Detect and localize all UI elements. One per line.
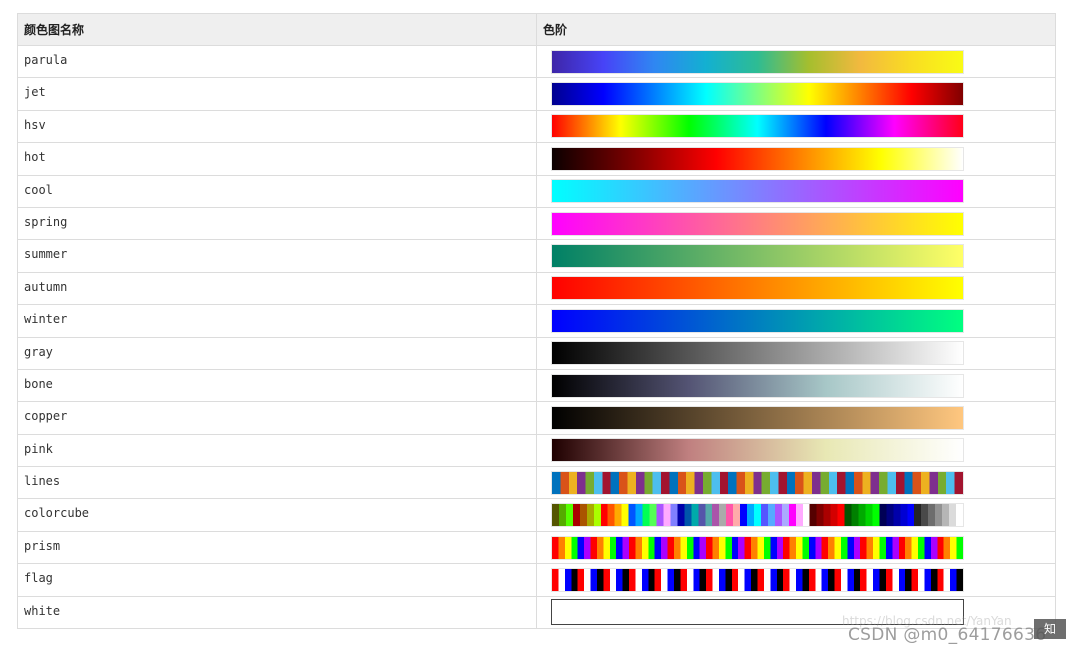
table-row: cool [17,174,1056,208]
colormap-name: cool [17,174,537,208]
colormap-bar-winter [551,308,964,333]
page: 颜色图名称 色阶 parula jet hsv hot cool spring summer… [0,0,1076,653]
colormap-swatch-cell [536,142,1056,176]
colormap-bar-lines [551,470,964,495]
colormap-name: gray [17,336,537,370]
colormap-name: parula [17,44,537,79]
colormap-bar-prism [551,535,964,560]
table-row: hsv [17,109,1056,144]
colormap-name: spring [17,206,537,241]
colormap-swatch-cell [536,401,1056,435]
colormap-name: white [17,595,537,630]
colormap-bar-flag [551,567,964,592]
watermark-badge: 知 [1034,619,1066,639]
colormap-swatch-cell [536,498,1056,532]
table-row: copper [17,401,1056,435]
colormap-bar-bone [551,373,964,398]
table-row: bone [17,368,1056,403]
header-colormap-name: 颜色图名称 [17,13,537,46]
table-row: parula [17,44,1056,79]
colormap-name: flag [17,563,537,597]
colormap-bar-parula [551,49,964,74]
colormap-swatch-cell [536,304,1056,338]
table-row: jet [17,77,1056,111]
colormap-swatch-cell [536,44,1056,79]
colormap-bar-summer [551,244,964,269]
table-row: spring [17,206,1056,241]
colormap-swatch-cell [536,563,1056,597]
table-row: flag [17,563,1056,597]
colormap-swatch-cell [536,174,1056,208]
colormap-bar-pink [551,438,964,463]
table-row: colorcube [17,498,1056,532]
colormap-bar-jet [551,82,964,107]
table-row: autumn [17,271,1056,306]
colormap-bar-hsv [551,114,964,139]
colormap-bar-hot [551,146,964,171]
table-row: summer [17,239,1056,273]
colormap-bar-colorcube [551,503,964,528]
table-row: winter [17,304,1056,338]
colormap-name: autumn [17,271,537,306]
watermark-csdn: CSDN @m0_64176636 [848,625,1047,645]
colormap-name: bone [17,368,537,403]
colormap-swatch-cell [536,271,1056,306]
table-body: parula jet hsv hot cool spring summer autumn win… [17,44,1056,630]
colormap-swatch-cell [536,466,1056,500]
colormap-swatch-cell [536,206,1056,241]
colormap-name: hot [17,142,537,176]
colormap-bar-autumn [551,276,964,301]
colormap-swatch-cell [536,109,1056,144]
colormap-name: lines [17,466,537,500]
colormap-name: summer [17,239,537,273]
colormap-swatch-cell [536,433,1056,468]
colormap-swatch-cell [536,239,1056,273]
header-color-scale: 色阶 [536,13,1056,46]
colormap-name: colorcube [17,498,537,532]
table-row: gray [17,336,1056,370]
table-row: prism [17,530,1056,565]
table-header-row: 颜色图名称 色阶 [17,13,1056,46]
colormap-name: jet [17,77,537,111]
colormap-swatch-cell [536,77,1056,111]
colormap-name: copper [17,401,537,435]
colormap-bar-spring [551,211,964,236]
table-row: pink [17,433,1056,468]
colormap-table: 颜色图名称 色阶 parula jet hsv hot cool spring summer… [17,13,1056,630]
table-row: lines [17,466,1056,500]
colormap-name: pink [17,433,537,468]
colormap-swatch-cell [536,530,1056,565]
colormap-name: winter [17,304,537,338]
colormap-name: hsv [17,109,537,144]
colormap-swatch-cell [536,336,1056,370]
colormap-bar-cool [551,179,964,204]
table-row: hot [17,142,1056,176]
colormap-bar-copper [551,405,964,430]
colormap-bar-gray [551,341,964,366]
colormap-name: prism [17,530,537,565]
colormap-swatch-cell [536,368,1056,403]
